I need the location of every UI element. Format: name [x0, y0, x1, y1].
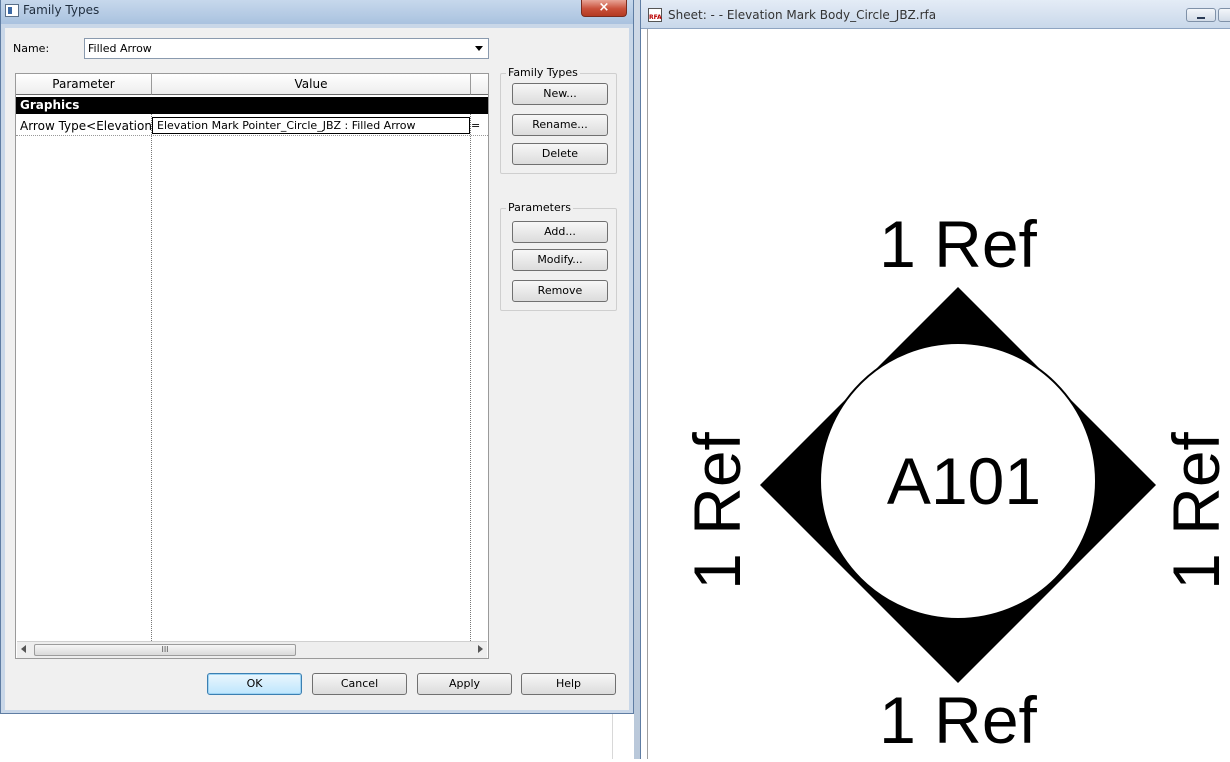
- cancel-button[interactable]: Cancel: [312, 673, 407, 695]
- background-divider: [612, 714, 613, 759]
- rfa-file-icon: RFA: [648, 8, 662, 22]
- formula-cell[interactable]: =: [471, 119, 480, 132]
- rename-button[interactable]: Rename...: [512, 114, 608, 136]
- column-header-value[interactable]: Value: [152, 74, 471, 95]
- help-button[interactable]: Help: [521, 673, 616, 695]
- parameters-group-label: Parameters: [506, 201, 573, 214]
- column-header-formula[interactable]: [471, 74, 488, 95]
- right-ref-label: 1 Ref: [1159, 431, 1230, 589]
- name-select[interactable]: Filled Arrow: [84, 38, 489, 59]
- chevron-down-icon: [475, 46, 483, 51]
- sheet-view-window: RFA Sheet: - - Elevation Mark Body_Circl…: [640, 0, 1230, 759]
- background-area: [0, 714, 634, 759]
- dialog-window-icon: [5, 4, 19, 17]
- sheet-title: Sheet: - - Elevation Mark Body_Circle_JB…: [668, 8, 937, 22]
- parameter-cell: Arrow Type<Elevation: [20, 119, 152, 133]
- close-icon: ×: [598, 0, 610, 15]
- scroll-right-icon[interactable]: [478, 645, 483, 653]
- delete-button[interactable]: Delete: [512, 143, 608, 165]
- dialog-title: Family Types: [23, 3, 100, 17]
- drawing-canvas[interactable]: A101 1 Ref 1 Ref 1 Ref 1 Ref: [647, 29, 1230, 759]
- add-parameter-button[interactable]: Add...: [512, 221, 608, 243]
- remove-parameter-button[interactable]: Remove: [512, 280, 608, 302]
- ok-button[interactable]: OK: [207, 673, 302, 695]
- column-divider: [151, 114, 152, 641]
- parameters-table: Parameter Value Graphics Arrow Type<Elev…: [15, 73, 489, 659]
- sheet-title-bar[interactable]: RFA Sheet: - - Elevation Mark Body_Circl…: [641, 0, 1230, 29]
- row-divider: [16, 135, 488, 136]
- maximize-button[interactable]: [1218, 8, 1230, 22]
- scroll-left-icon[interactable]: [21, 645, 26, 653]
- name-label: Name:: [13, 42, 50, 55]
- value-cell[interactable]: Elevation Mark Pointer_Circle_JBZ : Fill…: [152, 117, 470, 134]
- elevation-mark-drawing: A101 1 Ref 1 Ref 1 Ref 1 Ref: [680, 207, 1230, 757]
- column-divider: [470, 114, 471, 641]
- minimize-button[interactable]: [1186, 8, 1216, 22]
- column-header-parameter[interactable]: Parameter: [16, 74, 152, 95]
- apply-button[interactable]: Apply: [417, 673, 512, 695]
- left-ref-label: 1 Ref: [680, 431, 754, 589]
- family-types-dialog: Family Types × Name: Filled Arrow Parame…: [0, 0, 634, 714]
- group-header-graphics[interactable]: Graphics: [16, 97, 488, 114]
- name-select-value: Filled Arrow: [88, 42, 152, 55]
- bottom-ref-label: 1 Ref: [879, 683, 1037, 757]
- top-ref-label: 1 Ref: [879, 207, 1037, 281]
- scroll-thumb[interactable]: III: [34, 644, 296, 656]
- dialog-title-bar[interactable]: Family Types: [1, 0, 633, 24]
- new-button[interactable]: New...: [512, 83, 608, 105]
- horizontal-scrollbar[interactable]: III: [17, 641, 487, 658]
- family-types-group-label: Family Types: [506, 66, 580, 79]
- close-button[interactable]: ×: [581, 0, 627, 17]
- modify-parameter-button[interactable]: Modify...: [512, 249, 608, 271]
- sheet-number-label: A101: [887, 444, 1041, 518]
